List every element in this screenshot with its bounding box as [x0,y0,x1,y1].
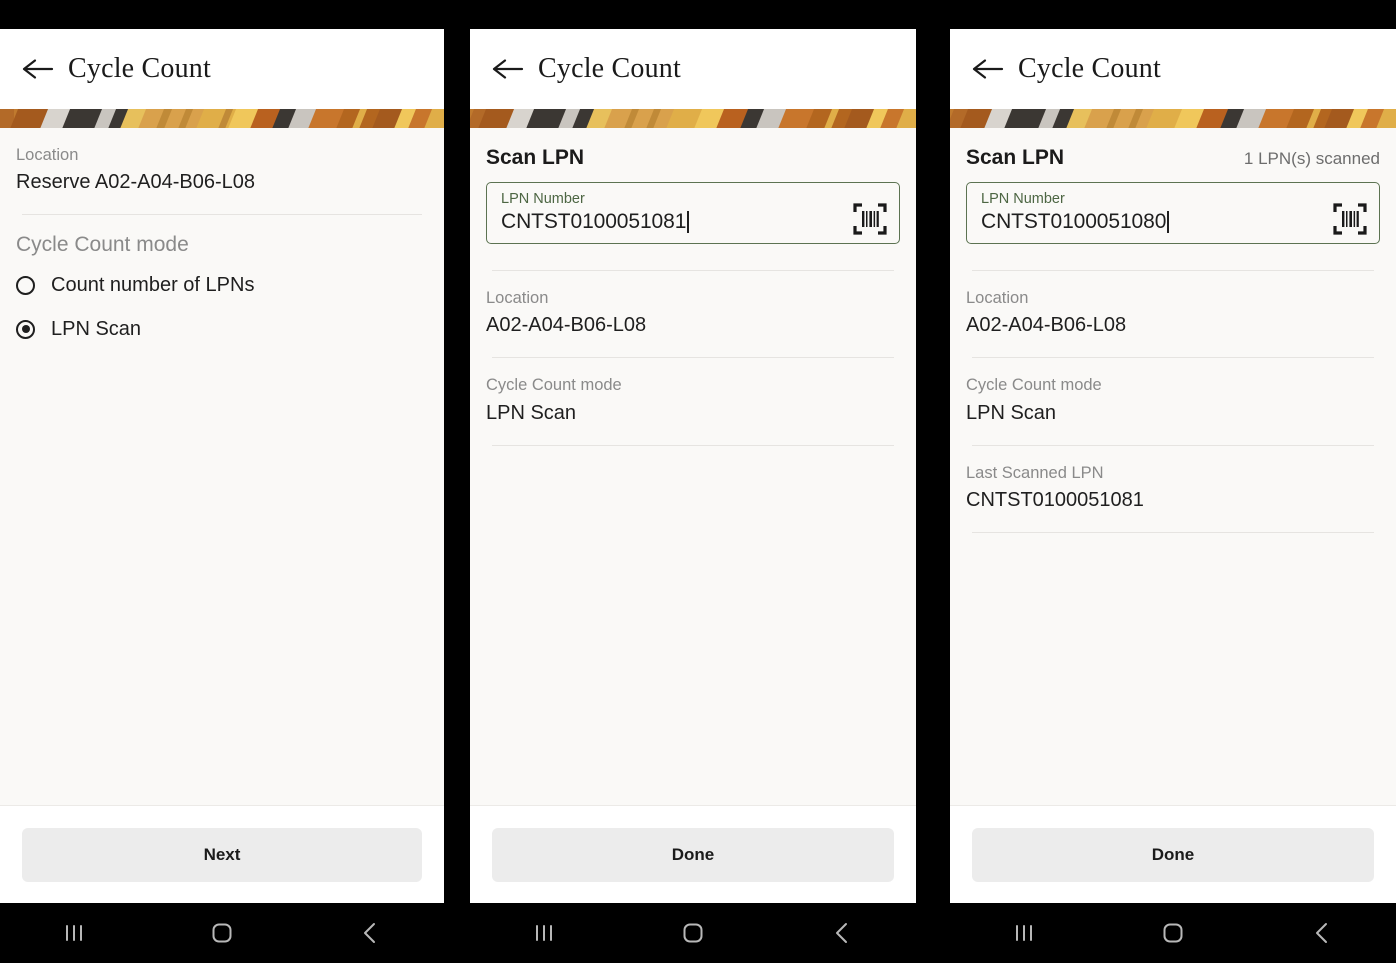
recents-icon[interactable] [996,911,1052,955]
field-value: LPN Scan [486,401,577,424]
done-button[interactable]: Done [492,827,894,882]
screenshot-stage: Cycle Count Location Reserve A02-A04-B06… [0,0,1396,963]
lpn-number-input-label: LPN Number [981,191,1065,207]
recents-icon[interactable] [46,911,102,955]
field-value: A02-A04-B06-L08 [966,314,1127,337]
phone-panel-mode-select: Cycle Count Location Reserve A02-A04-B06… [0,29,444,903]
radio-option-lpn-scan[interactable]: LPN Scan [16,307,428,351]
radio-circle-selected-icon[interactable] [16,319,35,339]
next-button[interactable]: Next [22,827,422,882]
scan-section-title: Scan LPN [486,146,585,169]
home-icon[interactable] [194,911,250,955]
radio-group-title: Cycle Count mode [16,233,189,257]
back-chevron-icon[interactable] [1294,911,1350,955]
text-caret [1167,210,1169,233]
app-bar: Cycle Count [470,29,916,109]
radio-label: LPN Scan [51,317,142,340]
arrow-left-icon[interactable] [488,52,528,86]
field-location: Location A02-A04-B06-L08 [966,271,1380,357]
decorative-banner-strip [470,109,916,128]
barcode-scan-icon[interactable] [853,203,887,237]
recents-icon[interactable] [516,911,572,955]
barcode-scan-icon[interactable] [1333,203,1367,237]
decorative-banner-strip [950,109,1396,128]
phone-panel-scan-first: Cycle Count Scan LPN LPN Number CNTST010… [470,29,916,903]
content-area: Location Reserve A02-A04-B06-L08 Cycle C… [0,128,444,805]
divider [492,444,894,446]
field-label: Location [966,289,1029,307]
lpn-number-input-label: LPN Number [501,191,585,207]
lpn-number-input[interactable]: LPN Number CNTST0100051081 [486,182,900,244]
home-icon[interactable] [1145,911,1201,955]
radio-label: Count number of LPNs [51,273,255,296]
field-label: Last Scanned LPN [966,463,1104,482]
app-bar: Cycle Count [950,29,1396,109]
lpn-number-input-value: CNTST0100051081 [501,210,687,234]
scanned-count-text: 1 LPN(s) scanned [1243,149,1380,168]
back-chevron-icon[interactable] [814,911,870,955]
radio-circle-icon[interactable] [16,275,35,295]
page-title: Cycle Count [68,53,211,84]
home-icon[interactable] [665,911,721,955]
field-label: Location [16,146,79,164]
done-button[interactable]: Done [972,827,1374,882]
action-bar: Next [0,805,444,903]
scan-header: Scan LPN 1 LPN(s) scanned [966,128,1380,182]
field-value: LPN Scan [966,401,1057,424]
arrow-left-icon[interactable] [968,52,1008,86]
app-bar: Cycle Count [0,29,444,109]
field-location: Location A02-A04-B06-L08 [486,271,900,357]
text-caret [687,210,689,233]
radio-option-count-number-of-lpns[interactable]: Count number of LPNs [16,263,428,307]
content-area: Scan LPN 1 LPN(s) scanned LPN Number CNT… [950,128,1396,805]
field-label: Cycle Count mode [966,376,1102,395]
scan-header: Scan LPN [486,128,900,182]
field-label: Cycle Count mode [486,376,622,395]
field-location: Location Reserve A02-A04-B06-L08 [16,128,428,214]
back-chevron-icon[interactable] [342,911,398,955]
field-cycle-count-mode: Cycle Count mode LPN Scan [966,358,1380,444]
scan-section-title: Scan LPN [966,146,1065,169]
field-last-scanned-lpn: Last Scanned LPN CNTST0100051081 [966,446,1380,532]
field-value: A02-A04-B06-L08 [486,314,647,337]
field-label: Location [486,289,549,307]
field-value: Reserve A02-A04-B06-L08 [16,171,256,194]
arrow-left-icon[interactable] [18,52,58,86]
action-bar: Done [470,805,916,903]
decorative-banner-strip [0,109,444,128]
page-title: Cycle Count [1018,53,1161,84]
action-bar: Done [950,805,1396,903]
android-nav-bar [0,903,444,963]
lpn-number-input[interactable]: LPN Number CNTST0100051080 [966,182,1380,244]
page-title: Cycle Count [538,53,681,84]
field-cycle-count-mode: Cycle Count mode LPN Scan [486,358,900,444]
divider [972,531,1374,533]
phone-panel-scan-second: Cycle Count Scan LPN 1 LPN(s) scanned LP… [950,29,1396,903]
field-value: CNTST0100051081 [966,488,1144,511]
lpn-number-input-value: CNTST0100051080 [981,210,1167,234]
android-nav-bar [470,903,916,963]
android-nav-bar [950,903,1396,963]
content-area: Scan LPN LPN Number CNTST0100051081 Loca… [470,128,916,805]
